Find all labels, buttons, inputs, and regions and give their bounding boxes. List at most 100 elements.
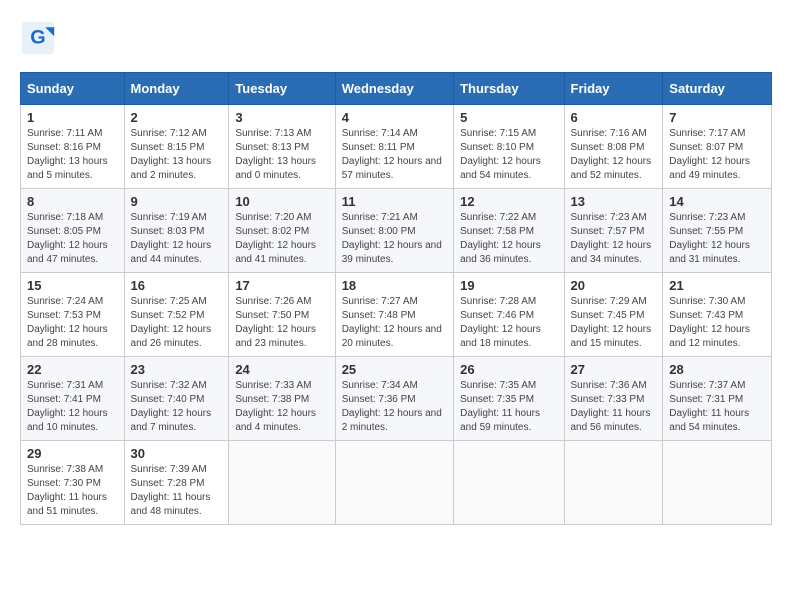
daylight-label: Daylight: 12 hours and 4 minutes.	[235, 408, 316, 433]
day-info: Sunrise: 7:38 AM Sunset: 7:30 PM Dayligh…	[27, 463, 118, 519]
calendar-day-28: 28 Sunrise: 7:37 AM Sunset: 7:31 PM Dayl…	[663, 357, 772, 441]
calendar-week-3: 15 Sunrise: 7:24 AM Sunset: 7:53 PM Dayl…	[21, 273, 772, 357]
empty-cell	[663, 441, 772, 525]
day-number: 28	[669, 362, 765, 377]
daylight-label: Daylight: 12 hours and 23 minutes.	[235, 324, 316, 349]
sunset-label: Sunset: 8:02 PM	[235, 226, 309, 237]
daylight-label: Daylight: 12 hours and 2 minutes.	[342, 408, 442, 433]
empty-cell	[454, 441, 564, 525]
calendar-day-14: 14 Sunrise: 7:23 AM Sunset: 7:55 PM Dayl…	[663, 189, 772, 273]
day-info: Sunrise: 7:23 AM Sunset: 7:57 PM Dayligh…	[571, 211, 657, 267]
weekday-header-tuesday: Tuesday	[229, 73, 335, 105]
calendar-day-13: 13 Sunrise: 7:23 AM Sunset: 7:57 PM Dayl…	[564, 189, 663, 273]
day-number: 16	[131, 278, 223, 293]
sunset-label: Sunset: 7:46 PM	[460, 310, 534, 321]
sunset-label: Sunset: 7:43 PM	[669, 310, 743, 321]
calendar-day-19: 19 Sunrise: 7:28 AM Sunset: 7:46 PM Dayl…	[454, 273, 564, 357]
day-info: Sunrise: 7:32 AM Sunset: 7:40 PM Dayligh…	[131, 379, 223, 435]
weekday-header-saturday: Saturday	[663, 73, 772, 105]
calendar-day-26: 26 Sunrise: 7:35 AM Sunset: 7:35 PM Dayl…	[454, 357, 564, 441]
daylight-label: Daylight: 12 hours and 12 minutes.	[669, 324, 750, 349]
calendar-day-25: 25 Sunrise: 7:34 AM Sunset: 7:36 PM Dayl…	[335, 357, 453, 441]
calendar-day-9: 9 Sunrise: 7:19 AM Sunset: 8:03 PM Dayli…	[124, 189, 229, 273]
daylight-label: Daylight: 12 hours and 26 minutes.	[131, 324, 212, 349]
day-info: Sunrise: 7:13 AM Sunset: 8:13 PM Dayligh…	[235, 127, 328, 183]
sunset-label: Sunset: 7:30 PM	[27, 478, 101, 489]
sunrise-label: Sunrise: 7:36 AM	[571, 380, 647, 391]
day-number: 11	[342, 194, 447, 209]
day-info: Sunrise: 7:19 AM Sunset: 8:03 PM Dayligh…	[131, 211, 223, 267]
sunrise-label: Sunrise: 7:27 AM	[342, 296, 418, 307]
daylight-label: Daylight: 13 hours and 2 minutes.	[131, 156, 212, 181]
sunset-label: Sunset: 7:48 PM	[342, 310, 416, 321]
calendar-day-21: 21 Sunrise: 7:30 AM Sunset: 7:43 PM Dayl…	[663, 273, 772, 357]
day-info: Sunrise: 7:24 AM Sunset: 7:53 PM Dayligh…	[27, 295, 118, 351]
day-info: Sunrise: 7:29 AM Sunset: 7:45 PM Dayligh…	[571, 295, 657, 351]
day-number: 4	[342, 110, 447, 125]
weekday-header-wednesday: Wednesday	[335, 73, 453, 105]
daylight-label: Daylight: 12 hours and 36 minutes.	[460, 240, 541, 265]
sunrise-label: Sunrise: 7:22 AM	[460, 212, 536, 223]
sunrise-label: Sunrise: 7:31 AM	[27, 380, 103, 391]
day-info: Sunrise: 7:20 AM Sunset: 8:02 PM Dayligh…	[235, 211, 328, 267]
day-number: 17	[235, 278, 328, 293]
day-info: Sunrise: 7:30 AM Sunset: 7:43 PM Dayligh…	[669, 295, 765, 351]
day-info: Sunrise: 7:27 AM Sunset: 7:48 PM Dayligh…	[342, 295, 447, 351]
calendar-day-11: 11 Sunrise: 7:21 AM Sunset: 8:00 PM Dayl…	[335, 189, 453, 273]
day-info: Sunrise: 7:17 AM Sunset: 8:07 PM Dayligh…	[669, 127, 765, 183]
calendar-day-2: 2 Sunrise: 7:12 AM Sunset: 8:15 PM Dayli…	[124, 105, 229, 189]
calendar-day-20: 20 Sunrise: 7:29 AM Sunset: 7:45 PM Dayl…	[564, 273, 663, 357]
day-number: 29	[27, 446, 118, 461]
sunset-label: Sunset: 7:55 PM	[669, 226, 743, 237]
calendar-day-4: 4 Sunrise: 7:14 AM Sunset: 8:11 PM Dayli…	[335, 105, 453, 189]
sunrise-label: Sunrise: 7:30 AM	[669, 296, 745, 307]
day-info: Sunrise: 7:23 AM Sunset: 7:55 PM Dayligh…	[669, 211, 765, 267]
calendar-week-4: 22 Sunrise: 7:31 AM Sunset: 7:41 PM Dayl…	[21, 357, 772, 441]
sunrise-label: Sunrise: 7:21 AM	[342, 212, 418, 223]
sunrise-label: Sunrise: 7:25 AM	[131, 296, 207, 307]
sunset-label: Sunset: 8:13 PM	[235, 142, 309, 153]
sunrise-label: Sunrise: 7:20 AM	[235, 212, 311, 223]
daylight-label: Daylight: 11 hours and 48 minutes.	[131, 492, 211, 517]
sunrise-label: Sunrise: 7:16 AM	[571, 128, 647, 139]
sunrise-label: Sunrise: 7:26 AM	[235, 296, 311, 307]
weekday-header-thursday: Thursday	[454, 73, 564, 105]
daylight-label: Daylight: 12 hours and 54 minutes.	[460, 156, 541, 181]
day-number: 2	[131, 110, 223, 125]
sunset-label: Sunset: 7:40 PM	[131, 394, 205, 405]
day-info: Sunrise: 7:12 AM Sunset: 8:15 PM Dayligh…	[131, 127, 223, 183]
day-number: 3	[235, 110, 328, 125]
sunset-label: Sunset: 8:11 PM	[342, 142, 415, 153]
daylight-label: Daylight: 12 hours and 31 minutes.	[669, 240, 750, 265]
sunrise-label: Sunrise: 7:39 AM	[131, 464, 207, 475]
sunset-label: Sunset: 8:16 PM	[27, 142, 101, 153]
daylight-label: Daylight: 12 hours and 10 minutes.	[27, 408, 108, 433]
sunrise-label: Sunrise: 7:35 AM	[460, 380, 536, 391]
sunrise-label: Sunrise: 7:14 AM	[342, 128, 418, 139]
sunset-label: Sunset: 7:57 PM	[571, 226, 645, 237]
day-info: Sunrise: 7:21 AM Sunset: 8:00 PM Dayligh…	[342, 211, 447, 267]
daylight-label: Daylight: 11 hours and 54 minutes.	[669, 408, 749, 433]
sunrise-label: Sunrise: 7:38 AM	[27, 464, 103, 475]
logo-icon: G	[20, 20, 56, 56]
sunset-label: Sunset: 8:07 PM	[669, 142, 743, 153]
sunset-label: Sunset: 7:53 PM	[27, 310, 101, 321]
day-info: Sunrise: 7:16 AM Sunset: 8:08 PM Dayligh…	[571, 127, 657, 183]
daylight-label: Daylight: 12 hours and 28 minutes.	[27, 324, 108, 349]
calendar-day-10: 10 Sunrise: 7:20 AM Sunset: 8:02 PM Dayl…	[229, 189, 335, 273]
day-number: 5	[460, 110, 557, 125]
day-number: 30	[131, 446, 223, 461]
sunset-label: Sunset: 7:41 PM	[27, 394, 101, 405]
sunset-label: Sunset: 8:00 PM	[342, 226, 416, 237]
day-info: Sunrise: 7:15 AM Sunset: 8:10 PM Dayligh…	[460, 127, 557, 183]
day-info: Sunrise: 7:25 AM Sunset: 7:52 PM Dayligh…	[131, 295, 223, 351]
daylight-label: Daylight: 12 hours and 15 minutes.	[571, 324, 652, 349]
daylight-label: Daylight: 11 hours and 59 minutes.	[460, 408, 540, 433]
sunset-label: Sunset: 8:03 PM	[131, 226, 205, 237]
sunrise-label: Sunrise: 7:11 AM	[27, 128, 102, 139]
sunrise-label: Sunrise: 7:37 AM	[669, 380, 745, 391]
day-number: 22	[27, 362, 118, 377]
page-header: G	[20, 20, 772, 56]
day-number: 21	[669, 278, 765, 293]
day-number: 26	[460, 362, 557, 377]
